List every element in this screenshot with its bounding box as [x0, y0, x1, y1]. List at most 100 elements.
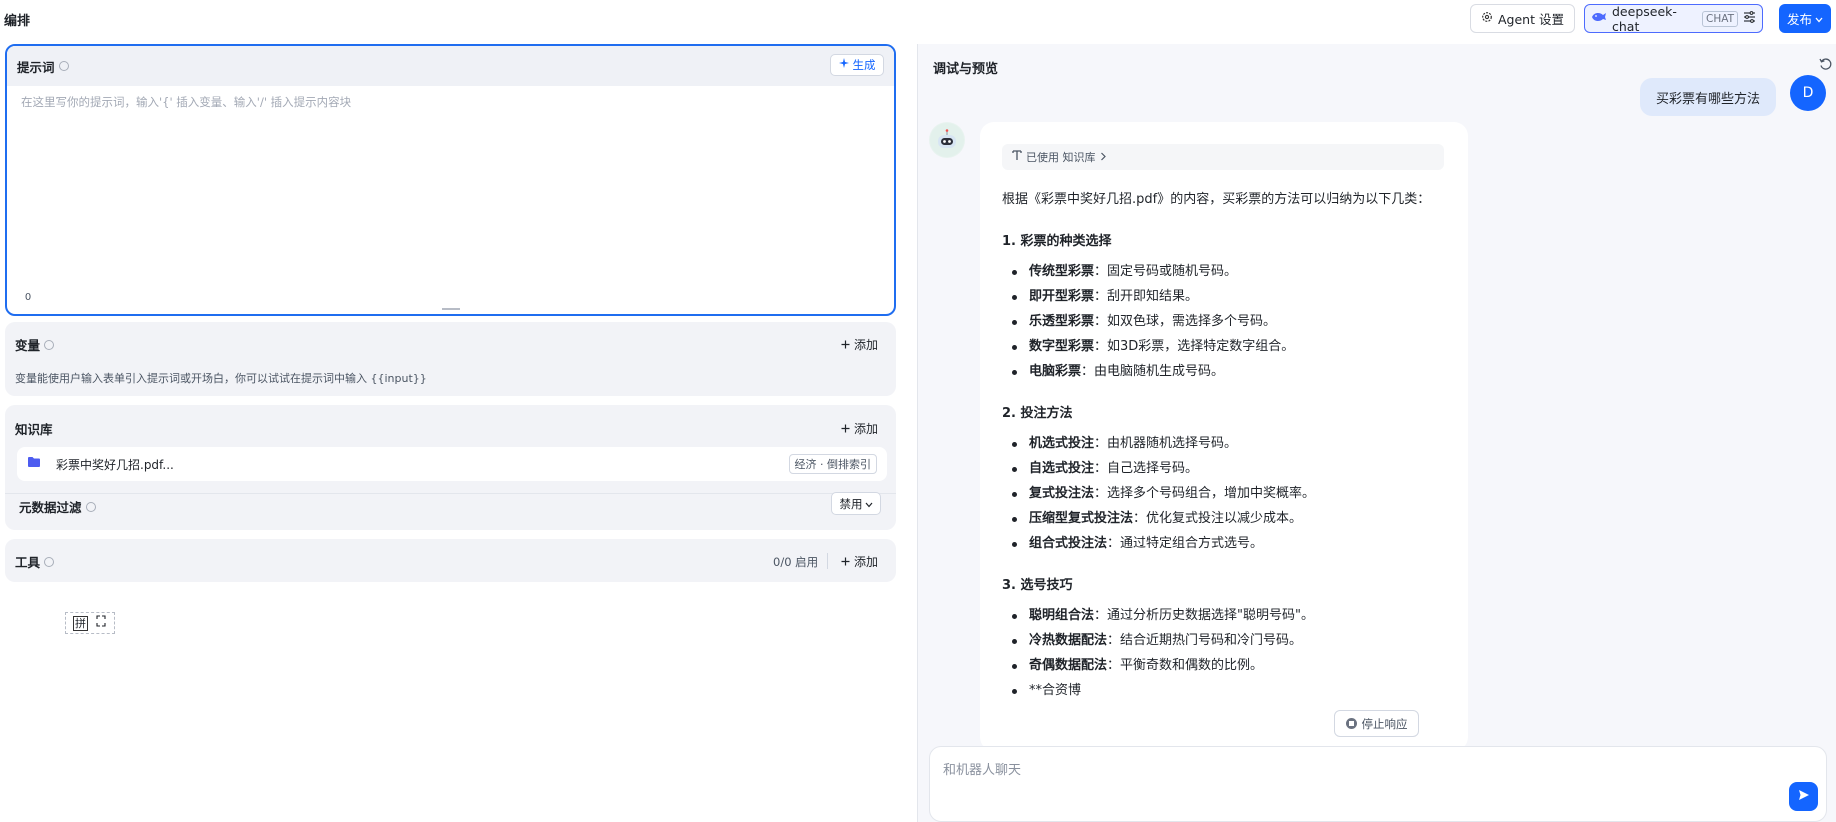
- item-text: ：优化复式投注以减少成本。: [1133, 511, 1303, 526]
- user-avatar: D: [1790, 75, 1826, 111]
- item-text: **合资博: [1029, 683, 1082, 698]
- list-item: 机选式投注：由机器随机选择号码。: [1002, 431, 1452, 456]
- variables-description: 变量能使用户输入表单引入提示词或开场白，你可以试试在提示词中输入 {{input…: [15, 372, 427, 385]
- section-list: 机选式投注：由机器随机选择号码。 自选式投注：自己选择号码。 复式投注法：选择多…: [1002, 431, 1452, 556]
- divider: [827, 553, 828, 569]
- settings-icon: [1481, 11, 1493, 26]
- resize-handle[interactable]: [442, 308, 460, 310]
- item-text: ：通过分析历史数据选择"聪明号码"。: [1094, 608, 1314, 623]
- stop-response-button[interactable]: 停止响应: [1334, 710, 1419, 737]
- list-item: 奇偶数据配法：平衡奇数和偶数的比例。: [1002, 653, 1452, 678]
- item-text: ：结合近期热门号码和冷门号码。: [1107, 633, 1303, 648]
- item-text: ：自己选择号码。: [1094, 461, 1199, 476]
- debug-preview-panel: 调试与预览 买彩票有哪些方法 D 已使用 知识库 根据《彩票中奖好几招.pdf》: [917, 44, 1836, 822]
- item-text: ：通过特定组合方式选号。: [1107, 536, 1264, 551]
- prompt-header: 提示词: [7, 46, 894, 86]
- tools-section: 工具 0/0 启用 添加: [5, 539, 896, 582]
- sliders-icon[interactable]: [1743, 11, 1756, 26]
- list-item: 电脑彩票：由电脑随机生成号码。: [1002, 359, 1452, 384]
- chevron-down-icon: [865, 497, 873, 511]
- folder-icon: [27, 456, 41, 472]
- expand-icon[interactable]: [96, 615, 106, 631]
- generate-prompt-button[interactable]: 生成: [830, 54, 884, 76]
- variables-section: 变量 添加 变量能使用户输入表单引入提示词或开场白，你可以试试在提示词中输入 {…: [5, 322, 896, 396]
- chevron-down-icon: [1815, 11, 1823, 26]
- item-term: 组合式投注法: [1029, 536, 1108, 551]
- model-selector[interactable]: deepseek-chat CHAT: [1584, 3, 1763, 34]
- send-button[interactable]: [1789, 782, 1818, 811]
- bot-message-body: 根据《彩票中奖好几招.pdf》的内容，买彩票的方法可以归纳为以下几类： 1. 彩…: [1002, 187, 1452, 703]
- prompt-char-count: 0: [24, 292, 32, 303]
- add-knowledge-button[interactable]: 添加: [841, 420, 878, 437]
- prompt-title: 提示词: [17, 57, 69, 76]
- add-tool-button[interactable]: 添加: [841, 553, 878, 570]
- variables-title: 变量: [15, 335, 55, 354]
- item-term: 冷热数据配法: [1029, 633, 1108, 648]
- info-icon: [44, 339, 55, 350]
- list-item: 组合式投注法：通过特定组合方式选号。: [1002, 531, 1452, 556]
- divider: [5, 493, 896, 494]
- list-item: 压缩型复式投注法：优化复式投注以减少成本。: [1002, 506, 1452, 531]
- tools-status: 0/0 启用: [773, 555, 819, 569]
- section-list: 聪明组合法：通过分析历史数据选择"聪明号码"。 冷热数据配法：结合近期热门号码和…: [1002, 603, 1452, 703]
- list-item: 即开型彩票：刮开即知结果。: [1002, 284, 1452, 309]
- info-icon: [44, 556, 55, 567]
- list-item: 传统型彩票：固定号码或随机号码。: [1002, 259, 1452, 284]
- add-variable-label: 添加: [854, 338, 879, 352]
- prompt-placeholder[interactable]: 在这里写你的提示词，输入'{' 插入变量、输入'/' 插入提示内容块: [21, 94, 351, 110]
- list-item: 数字型彩票：如3D彩票，选择特定数字组合。: [1002, 334, 1452, 359]
- knowledge-item[interactable]: 彩票中奖好几招.pdf... 经济 · 倒排索引: [17, 447, 887, 481]
- item-text: ：平衡奇数和偶数的比例。: [1107, 658, 1264, 673]
- plus-icon: [841, 338, 850, 352]
- chevron-right-icon: [1100, 151, 1107, 164]
- model-name: deepseek-chat: [1612, 3, 1677, 34]
- item-term: 复式投注法: [1029, 486, 1095, 501]
- item-text: ：固定号码或随机号码。: [1094, 264, 1238, 279]
- list-item: **合资博: [1002, 678, 1452, 703]
- knowledge-item-name: 彩票中奖好几招.pdf...: [56, 457, 174, 472]
- list-item: 复式投注法：选择多个号码组合，增加中奖概率。: [1002, 481, 1452, 506]
- knowledge-title: 知识库: [15, 422, 53, 437]
- message-intro: 根据《彩票中奖好几招.pdf》的内容，买彩票的方法可以归纳为以下几类：: [1002, 192, 1431, 207]
- publish-button[interactable]: 发布: [1779, 4, 1831, 33]
- section-heading: 2. 投注方法: [1002, 406, 1073, 421]
- item-term: 聪明组合法: [1029, 608, 1095, 623]
- metadata-filter-text: 元数据过滤: [19, 500, 82, 515]
- publish-label: 发布: [1786, 12, 1812, 27]
- item-term: 乐透型彩票: [1029, 314, 1095, 329]
- sparkle-icon: [838, 58, 850, 72]
- item-text: ：选择多个号码组合，增加中奖概率。: [1094, 486, 1316, 501]
- top-bar: 编排 Agent 设置 deepseek-chat CHAT 发布: [0, 0, 1836, 38]
- knowledge-item-tag: 经济 · 倒排索引: [788, 454, 877, 474]
- info-icon: [58, 61, 69, 71]
- reset-icon[interactable]: [1819, 57, 1833, 71]
- plus-icon: [841, 422, 850, 436]
- metadata-filter-select[interactable]: 禁用: [831, 492, 881, 515]
- prompt-editor[interactable]: 提示词 生成 在这里写你的提示词，输入'{' 插入变量、输入'/' 插入提示内容…: [5, 44, 896, 316]
- item-term: 传统型彩票: [1029, 264, 1095, 279]
- stop-response-label: 停止响应: [1361, 716, 1408, 731]
- input-method-toolbar[interactable]: 拼: [65, 612, 115, 634]
- add-variable-button[interactable]: 添加: [841, 336, 878, 353]
- item-term: 数字型彩票: [1029, 339, 1095, 354]
- list-item: 乐透型彩票：如双色球，需选择多个号码。: [1002, 309, 1452, 334]
- generate-label: 生成: [852, 58, 876, 72]
- chat-input-placeholder[interactable]: 和机器人聊天: [943, 759, 1021, 778]
- list-item: 聪明组合法：通过分析历史数据选择"聪明号码"。: [1002, 603, 1452, 628]
- chat-input[interactable]: 和机器人聊天: [929, 746, 1827, 822]
- variables-title-text: 变量: [15, 338, 41, 353]
- user-message: 买彩票有哪些方法: [1640, 78, 1776, 116]
- list-item: 自选式投注：自己选择号码。: [1002, 456, 1452, 481]
- item-term: 机选式投注: [1029, 436, 1095, 451]
- pinyin-icon[interactable]: 拼: [73, 615, 88, 631]
- item-text: ：由机器随机选择号码。: [1094, 436, 1238, 451]
- info-icon: [85, 501, 96, 512]
- item-term: 奇偶数据配法: [1029, 658, 1108, 673]
- section-heading: 1. 彩票的种类选择: [1002, 234, 1112, 249]
- agent-settings-button[interactable]: Agent 设置: [1470, 4, 1575, 33]
- send-icon: [1798, 789, 1810, 805]
- bot-message: 已使用 知识库 根据《彩票中奖好几招.pdf》的内容，买彩票的方法可以归纳为以下…: [980, 122, 1468, 751]
- prompt-title-text: 提示词: [17, 59, 55, 75]
- knowledge-icon: [1012, 150, 1022, 164]
- knowledge-used-indicator[interactable]: 已使用 知识库: [1002, 144, 1444, 170]
